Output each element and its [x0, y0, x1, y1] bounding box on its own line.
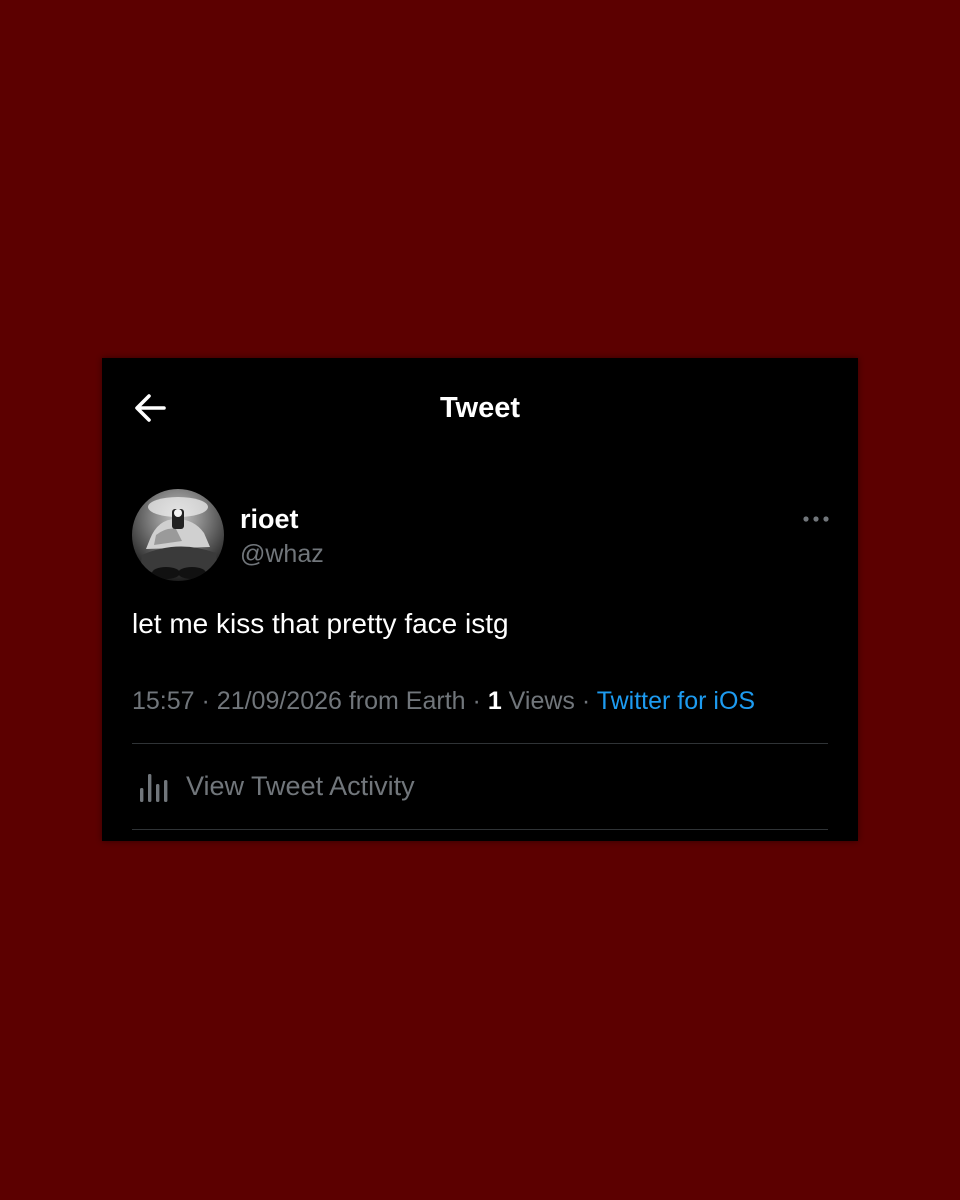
meta-separator: ·	[472, 687, 481, 715]
meta-separator: ·	[581, 687, 591, 715]
activity-label: View Tweet Activity	[186, 771, 415, 801]
author-display-name[interactable]: rioet	[240, 502, 299, 536]
bar-chart-icon	[132, 764, 176, 808]
views-label: Views	[508, 687, 575, 715]
avatar[interactable]	[132, 489, 224, 581]
divider	[132, 743, 828, 744]
divider	[132, 829, 828, 830]
tweet-time: 15:57	[132, 687, 195, 715]
author-handle[interactable]: @whaz	[240, 538, 324, 570]
tweet-text: let me kiss that pretty face istg	[132, 608, 509, 639]
page-title: Tweet	[439, 392, 521, 424]
tweet-date-location: 21/09/2026 from Earth	[216, 687, 466, 715]
tweet-source-link[interactable]: Twitter for iOS	[597, 687, 755, 715]
more-horizontal-icon	[803, 516, 829, 522]
meta-separator: ·	[201, 687, 210, 715]
views-count: 1	[487, 687, 502, 715]
profile-photo-image	[132, 489, 224, 581]
tweet-metadata: 15:57 · 21/09/2026 from Earth · 1 Views …	[132, 684, 755, 718]
tweet-card: Tweet rioet @whaz let me kiss that prett…	[102, 358, 858, 841]
view-tweet-activity-button[interactable]: View Tweet Activity	[132, 760, 415, 812]
more-options-button[interactable]	[798, 508, 834, 530]
